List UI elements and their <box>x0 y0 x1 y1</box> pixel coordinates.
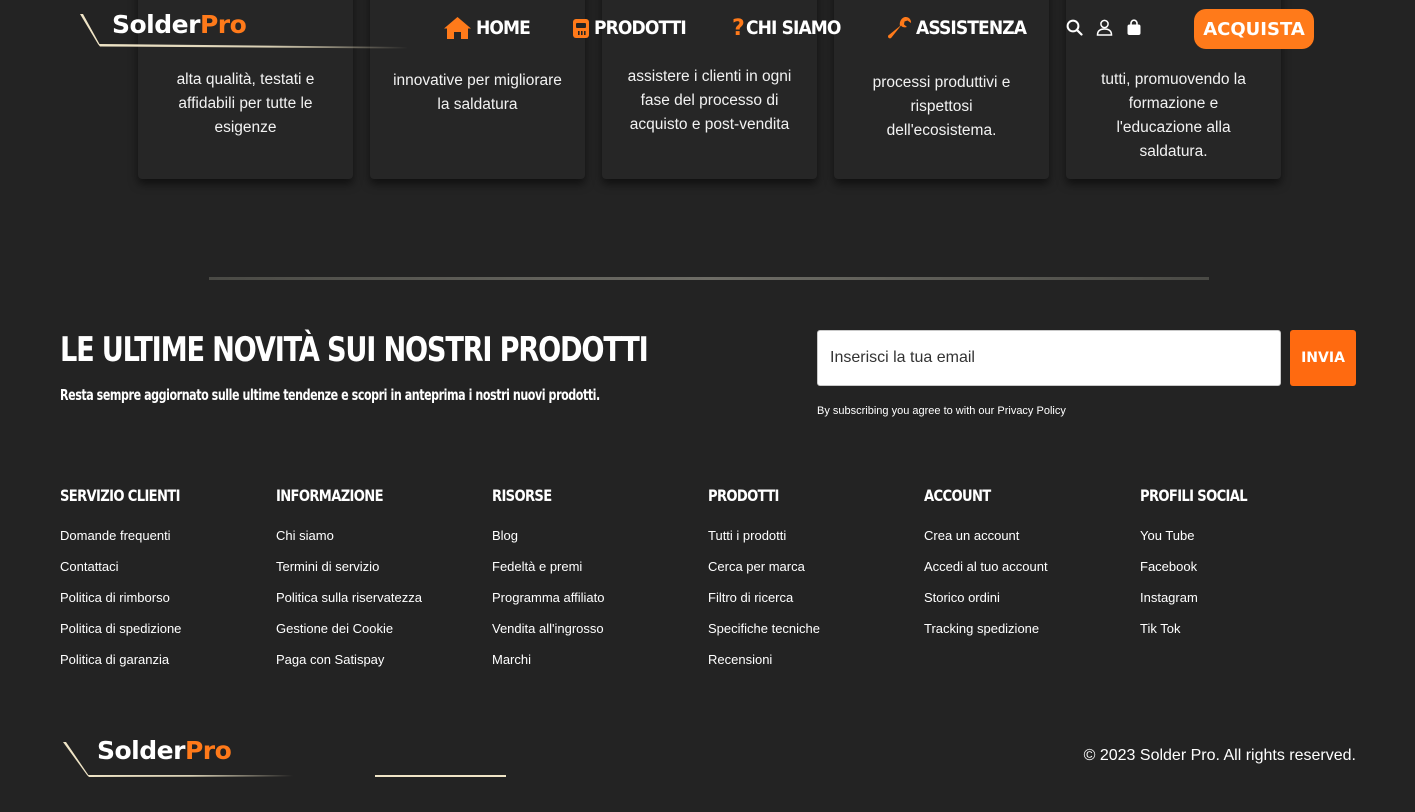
footer-link[interactable]: Facebook <box>1140 559 1197 574</box>
question-mark-icon: ? <box>732 15 745 41</box>
value-card-text: innovative per migliorare la saldatura <box>393 72 562 113</box>
footer-link[interactable]: Gestione dei Cookie <box>276 621 393 636</box>
nav-label: HOME <box>476 17 531 39</box>
newsletter-title: LE ULTIME NOVITÀ SUI NOSTRI PRODOTTI <box>60 330 649 370</box>
logo-wordmark: SolderPro <box>97 736 232 765</box>
nav-item-assistenza[interactable]: ASSISTENZA <box>887 16 1038 40</box>
footer-link[interactable]: Domande frequenti <box>60 528 171 543</box>
footer-link[interactable]: Cerca per marca <box>708 559 805 574</box>
footer-link[interactable]: Blog <box>492 528 518 543</box>
email-input[interactable] <box>817 330 1281 386</box>
consent-prefix: By subscribing you agree to with our <box>817 405 998 417</box>
brand-logo[interactable]: SolderPro <box>78 4 408 50</box>
decorative-line <box>375 775 506 777</box>
footer-link[interactable]: Tutti i prodotti <box>708 528 786 543</box>
site-header: SolderPro HOME PRODOTTI ? CHI SIAMO ASSI… <box>0 0 1415 58</box>
footer-link[interactable]: Contattaci <box>60 559 119 574</box>
footer-link[interactable]: Specifiche tecniche <box>708 621 820 636</box>
footer-link[interactable]: Instagram <box>1140 590 1198 605</box>
footer-column-profili-social: PROFILI SOCIAL You Tube Facebook Instagr… <box>1140 486 1350 652</box>
footer-link[interactable]: Vendita all'ingrosso <box>492 621 604 636</box>
footer-link[interactable]: Storico ordini <box>924 590 1000 605</box>
home-icon <box>444 17 471 39</box>
footer-link[interactable]: Programma affiliato <box>492 590 604 605</box>
section-divider <box>209 277 1209 280</box>
soldering-station-icon <box>572 19 589 38</box>
nav-label: PRODOTTI <box>593 17 687 39</box>
footer-link[interactable]: Filtro di ricerca <box>708 590 793 605</box>
footer-link[interactable]: Fedeltà e premi <box>492 559 582 574</box>
footer-link[interactable]: Tik Tok <box>1140 621 1180 636</box>
search-icon[interactable] <box>1066 19 1083 41</box>
value-card-text: tutti, promuovendo la formazione e l'educa… <box>1101 71 1246 160</box>
footer-link[interactable]: Recensioni <box>708 652 772 667</box>
footer-column-title: ACCOUNT <box>924 486 991 505</box>
consent-text: By subscribing you agree to with our Pri… <box>817 405 1066 417</box>
footer-link[interactable]: Politica sulla riservatezza <box>276 590 422 605</box>
footer-link[interactable]: You Tube <box>1140 528 1194 543</box>
footer-link[interactable]: Tracking spedizione <box>924 621 1039 636</box>
buy-button[interactable]: ACQUISTA <box>1194 9 1314 49</box>
footer-column-servizio-clienti: SERVIZIO CLIENTI Domande frequenti Conta… <box>60 486 270 683</box>
nav-item-prodotti[interactable]: PRODOTTI <box>572 17 696 39</box>
nav-item-chi-siamo[interactable]: ? CHI SIAMO <box>732 16 851 41</box>
footer-link[interactable]: Politica di garanzia <box>60 652 169 667</box>
footer-column-informazione: INFORMAZIONE Chi siamo Termini di serviz… <box>276 486 486 683</box>
newsletter-subtitle: Resta sempre aggiornato sulle ultime ten… <box>60 386 600 404</box>
user-icon[interactable] <box>1096 19 1113 41</box>
value-card-text: alta qualità, testati e affidabili per tu… <box>176 71 315 136</box>
footer-link[interactable]: Politica di rimborso <box>60 590 170 605</box>
value-card-text: assistere i clienti in ogni fase del proc… <box>627 68 792 133</box>
subscribe-button[interactable]: INVIA <box>1290 330 1356 386</box>
main-nav: HOME PRODOTTI ? CHI SIAMO ASSISTENZA <box>443 12 1038 44</box>
footer-column-title: RISORSE <box>492 486 552 505</box>
footer-column-prodotti: PRODOTTI Tutti i prodotti Cerca per marc… <box>708 486 918 683</box>
footer-link[interactable]: Termini di servizio <box>276 559 379 574</box>
footer-link[interactable]: Crea un account <box>924 528 1019 543</box>
footer-column-title: INFORMAZIONE <box>276 486 384 505</box>
footer-column-title: PRODOTTI <box>708 486 779 505</box>
logo-wordmark: SolderPro <box>112 10 247 39</box>
footer-link[interactable]: Marchi <box>492 652 531 667</box>
footer-link[interactable]: Politica di spedizione <box>60 621 181 636</box>
header-actions <box>1066 19 1142 41</box>
wrench-icon <box>887 16 911 39</box>
footer-link[interactable]: Chi siamo <box>276 528 334 543</box>
nav-item-home[interactable]: HOME <box>443 16 536 40</box>
value-card-text: processi produttivi e rispettosi dell'ecos… <box>872 74 1011 139</box>
footer-column-title: PROFILI SOCIAL <box>1140 486 1248 505</box>
footer-brand-logo[interactable]: SolderPro <box>63 732 363 780</box>
footer-column-risorse: RISORSE Blog Fedeltà e premi Programma a… <box>492 486 702 683</box>
privacy-policy-link[interactable]: Privacy Policy <box>997 405 1065 417</box>
nav-label: CHI SIAMO <box>745 17 841 39</box>
footer-link[interactable]: Paga con Satispay <box>276 652 384 667</box>
footer-column-title: SERVIZIO CLIENTI <box>60 486 180 505</box>
cart-icon[interactable] <box>1126 19 1142 41</box>
footer-column-account: ACCOUNT Crea un account Accedi al tuo ac… <box>924 486 1134 652</box>
copyright-text: © 2023 Solder Pro. All rights reserved. <box>1083 747 1356 764</box>
nav-label: ASSISTENZA <box>915 17 1027 39</box>
footer-link[interactable]: Accedi al tuo account <box>924 559 1048 574</box>
